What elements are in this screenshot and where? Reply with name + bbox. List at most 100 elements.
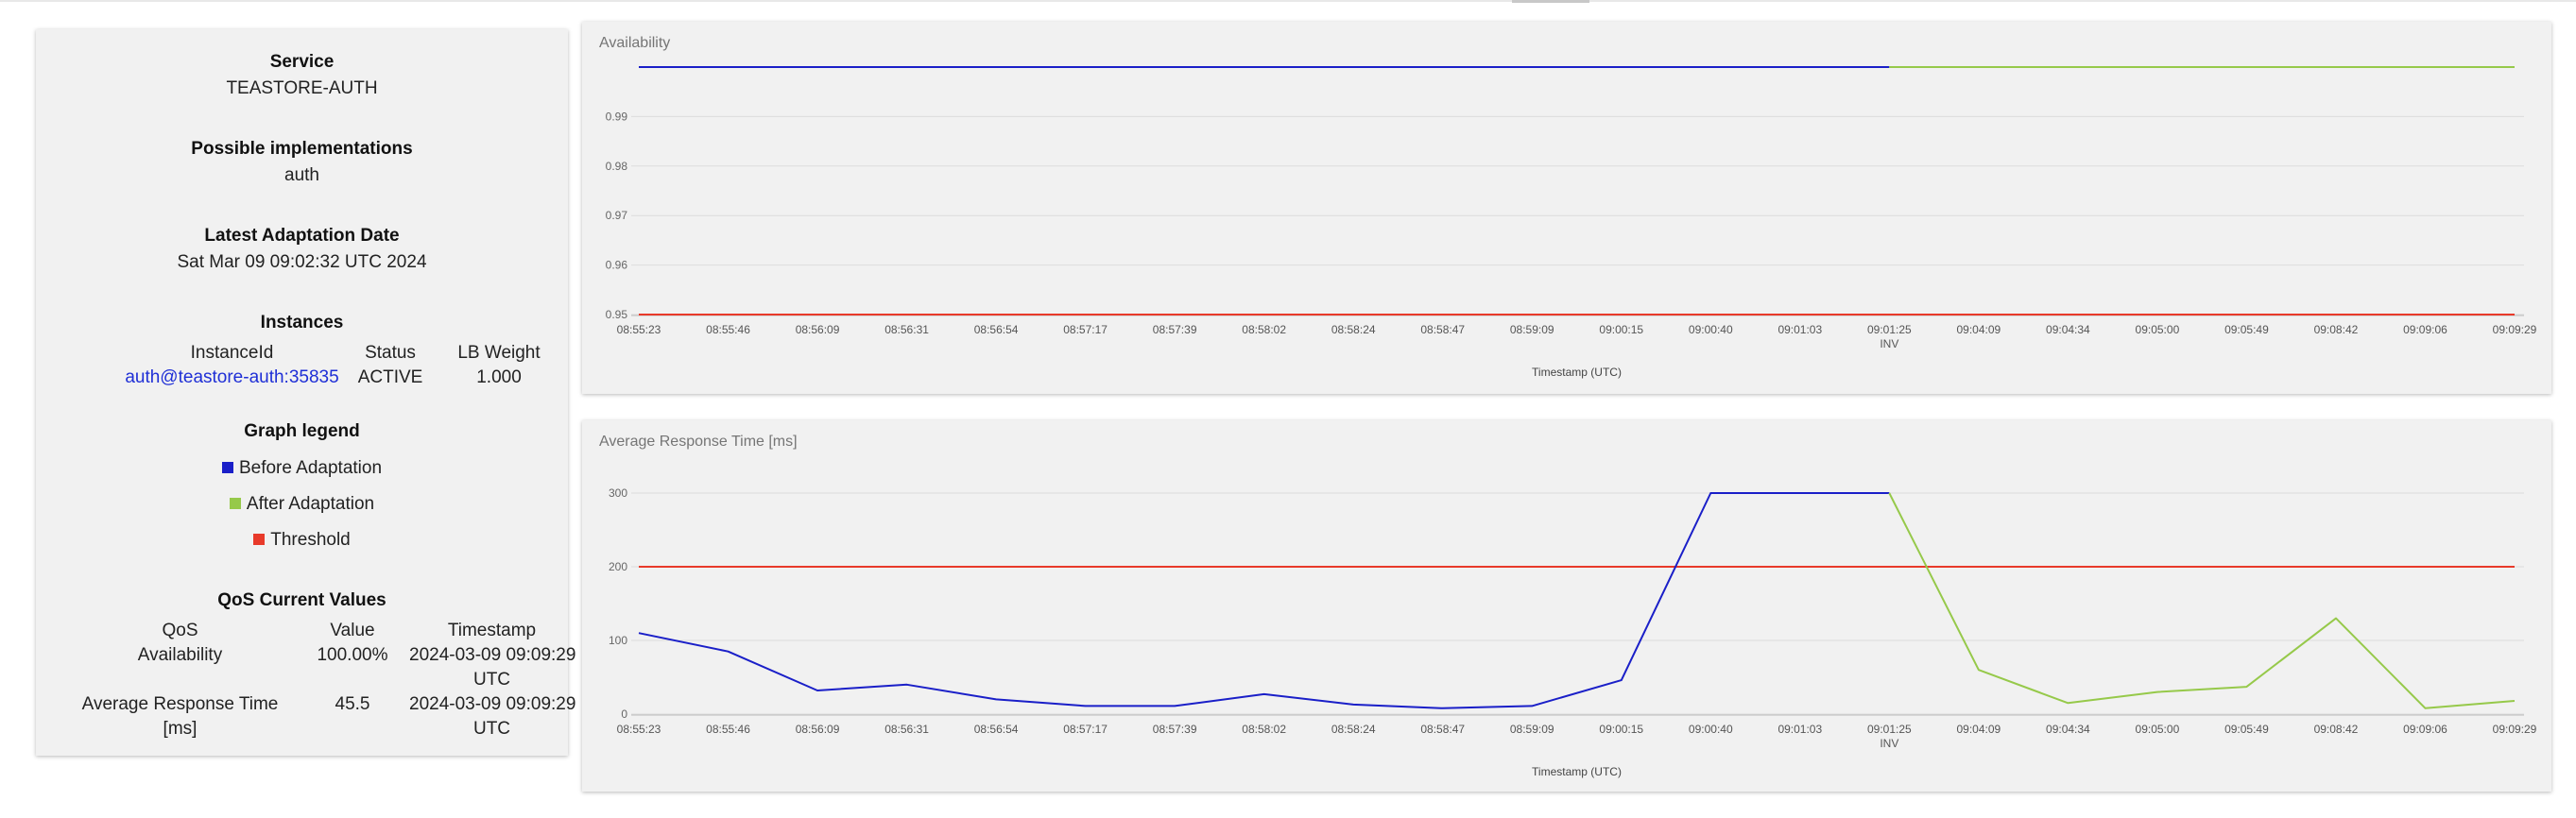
- x-tick-label: 09:00:15: [1599, 323, 1643, 336]
- adaptation-marker-label: INV: [1880, 737, 1898, 750]
- x-tick-label: 08:56:54: [974, 723, 1019, 736]
- instance-id-link[interactable]: auth@teastore-auth:35835: [88, 367, 376, 388]
- top-divider: [0, 0, 2576, 2]
- x-tick-label: 09:04:34: [2046, 323, 2090, 336]
- x-tick-label: 09:04:09: [1956, 323, 2001, 336]
- legend-swatch: [253, 534, 266, 545]
- legend-swatch: [221, 462, 233, 473]
- x-tick-label: 09:08:42: [2314, 723, 2359, 736]
- instances-col-lbweight: LB Weight: [457, 343, 541, 363]
- legend-label: Threshold: [270, 530, 351, 550]
- instances-heading: Instances: [260, 313, 344, 332]
- y-tick-label: 0.98: [606, 160, 628, 173]
- instance-status: ACTIVE: [357, 367, 423, 387]
- qos-timestamp: 2024-03-09 09:09:29: [409, 645, 576, 665]
- x-tick-label: 08:57:17: [1063, 723, 1108, 736]
- qos-value: 45.5: [335, 694, 370, 714]
- adaptation-marker-label: INV: [1880, 337, 1898, 350]
- x-tick-label: 08:57:39: [1153, 723, 1197, 736]
- x-tick-label: 08:58:47: [1420, 723, 1465, 736]
- y-tick-label: 0.96: [606, 259, 628, 272]
- availability-chart: 0.99 0.98 0.97 0.96 0.95 08:55:23 08:55:46 08:5…: [606, 66, 2537, 379]
- x-tick-label: 09:00:40: [1689, 723, 1733, 736]
- y-tick-label: 0.97: [606, 209, 628, 222]
- qos-timestamp-tz: UTC: [472, 719, 511, 739]
- x-tick-label: 08:55:46: [706, 323, 750, 336]
- qos-timestamp: 2024-03-09 09:09:29: [409, 694, 576, 714]
- x-tick-label: 09:09:29: [2493, 723, 2537, 736]
- adaptation-date-heading: Latest Adaptation Date: [204, 226, 400, 246]
- qos-timestamp-tz: UTC: [472, 670, 511, 690]
- x-tick-label: 08:59:09: [1510, 723, 1554, 736]
- x-tick-label: 08:56:09: [796, 323, 840, 336]
- series-line-after-adaptation: [1888, 492, 2516, 709]
- x-tick-label: 09:01:25: [1867, 723, 1912, 736]
- qos-name: Availability: [137, 645, 223, 665]
- legend-swatch: [229, 498, 241, 509]
- x-tick-label: 08:57:17: [1063, 323, 1108, 336]
- x-tick-label: 09:01:03: [1777, 723, 1822, 736]
- qos-name-unit: [ms]: [163, 719, 197, 739]
- adaptation-date-value: Sat Mar 09 09:02:32 UTC 2024: [177, 252, 427, 272]
- x-tick-label: 08:58:02: [1242, 723, 1286, 736]
- x-tick-label: 08:56:09: [796, 723, 840, 736]
- qos-col-value: Value: [330, 621, 375, 640]
- implementations-heading: Possible implementations: [191, 139, 413, 159]
- legend-label: Before Adaptation: [238, 458, 383, 478]
- x-tick-label: 08:56:31: [884, 323, 929, 336]
- instances-col-instanceid: InstanceId: [190, 343, 274, 363]
- x-tick-label: 08:58:02: [1242, 323, 1286, 336]
- x-tick-label: 08:55:46: [706, 723, 750, 736]
- response-time-chart-card: Average Response Time [ms] 300 200 100 0 08:…: [582, 420, 2551, 792]
- service-heading: Service: [269, 52, 335, 72]
- top-tab-indicator: [1512, 0, 1589, 3]
- legend-label: After Adaptation: [246, 494, 375, 514]
- x-tick-label: 09:01:03: [1777, 323, 1822, 336]
- series-line-before-adaptation: [638, 492, 1890, 709]
- x-tick-label: 09:05:49: [2224, 323, 2269, 336]
- legend-item-after: After Adaptation: [36, 494, 568, 515]
- x-tick-label: 09:09:06: [2403, 723, 2447, 736]
- x-tick-label: 09:05:00: [2136, 323, 2180, 336]
- x-tick-label: 08:56:54: [974, 323, 1019, 336]
- y-tick-label: 0.95: [606, 308, 628, 321]
- x-tick-label: 09:00:15: [1599, 723, 1643, 736]
- y-tick-label: 200: [609, 560, 627, 573]
- qos-value: 100.00%: [317, 645, 388, 665]
- x-tick-label: 09:05:00: [2136, 723, 2180, 736]
- x-tick-label: 08:55:23: [617, 723, 661, 736]
- qos-col-timestamp: Timestamp: [447, 621, 537, 640]
- y-tick-label: 0.99: [606, 110, 628, 123]
- x-axis-title: Timestamp (UTC): [1532, 765, 1622, 778]
- x-tick-label: 08:58:47: [1420, 323, 1465, 336]
- x-tick-label: 08:59:09: [1510, 323, 1554, 336]
- instance-lb-weight: 1.000: [476, 367, 522, 387]
- x-tick-label: 08:55:23: [617, 323, 661, 336]
- qos-name: Average Response Time: [81, 694, 279, 714]
- y-tick-label: 300: [609, 486, 627, 500]
- x-tick-label: 08:58:24: [1331, 723, 1376, 736]
- x-tick-label: 09:01:25: [1867, 323, 1912, 336]
- instances-col-status: Status: [365, 343, 416, 363]
- x-tick-label: 08:57:39: [1153, 323, 1197, 336]
- x-tick-label: 08:58:24: [1331, 323, 1376, 336]
- legend-item-threshold: Threshold: [36, 530, 568, 551]
- y-tick-label: 100: [609, 634, 627, 647]
- x-axis-title: Timestamp (UTC): [1532, 366, 1622, 379]
- response-time-chart: 300 200 100 0 08:55:23 08:55:46 08:56:09 08:56:…: [609, 486, 2537, 778]
- legend-item-before: Before Adaptation: [36, 458, 568, 479]
- x-tick-label: 09:08:42: [2314, 323, 2359, 336]
- qos-col-qos: QoS: [162, 621, 198, 640]
- service-info-panel: Service TEASTORE-AUTH Possible implement…: [36, 29, 575, 756]
- legend-heading: Graph legend: [244, 421, 360, 441]
- qos-heading: QoS Current Values: [217, 590, 386, 610]
- x-tick-label: 09:09:06: [2403, 323, 2447, 336]
- x-tick-label: 09:04:34: [2046, 723, 2090, 736]
- x-tick-label: 08:56:31: [884, 723, 929, 736]
- x-tick-label: 09:00:40: [1689, 323, 1733, 336]
- availability-chart-card: Availability 0.99 0.98 0.97 0.96 0.95 08:55:2…: [582, 22, 2551, 394]
- y-tick-label: 0: [621, 707, 627, 721]
- service-value: TEASTORE-AUTH: [226, 78, 378, 98]
- x-tick-label: 09:09:29: [2493, 323, 2537, 336]
- x-tick-label: 09:05:49: [2224, 723, 2269, 736]
